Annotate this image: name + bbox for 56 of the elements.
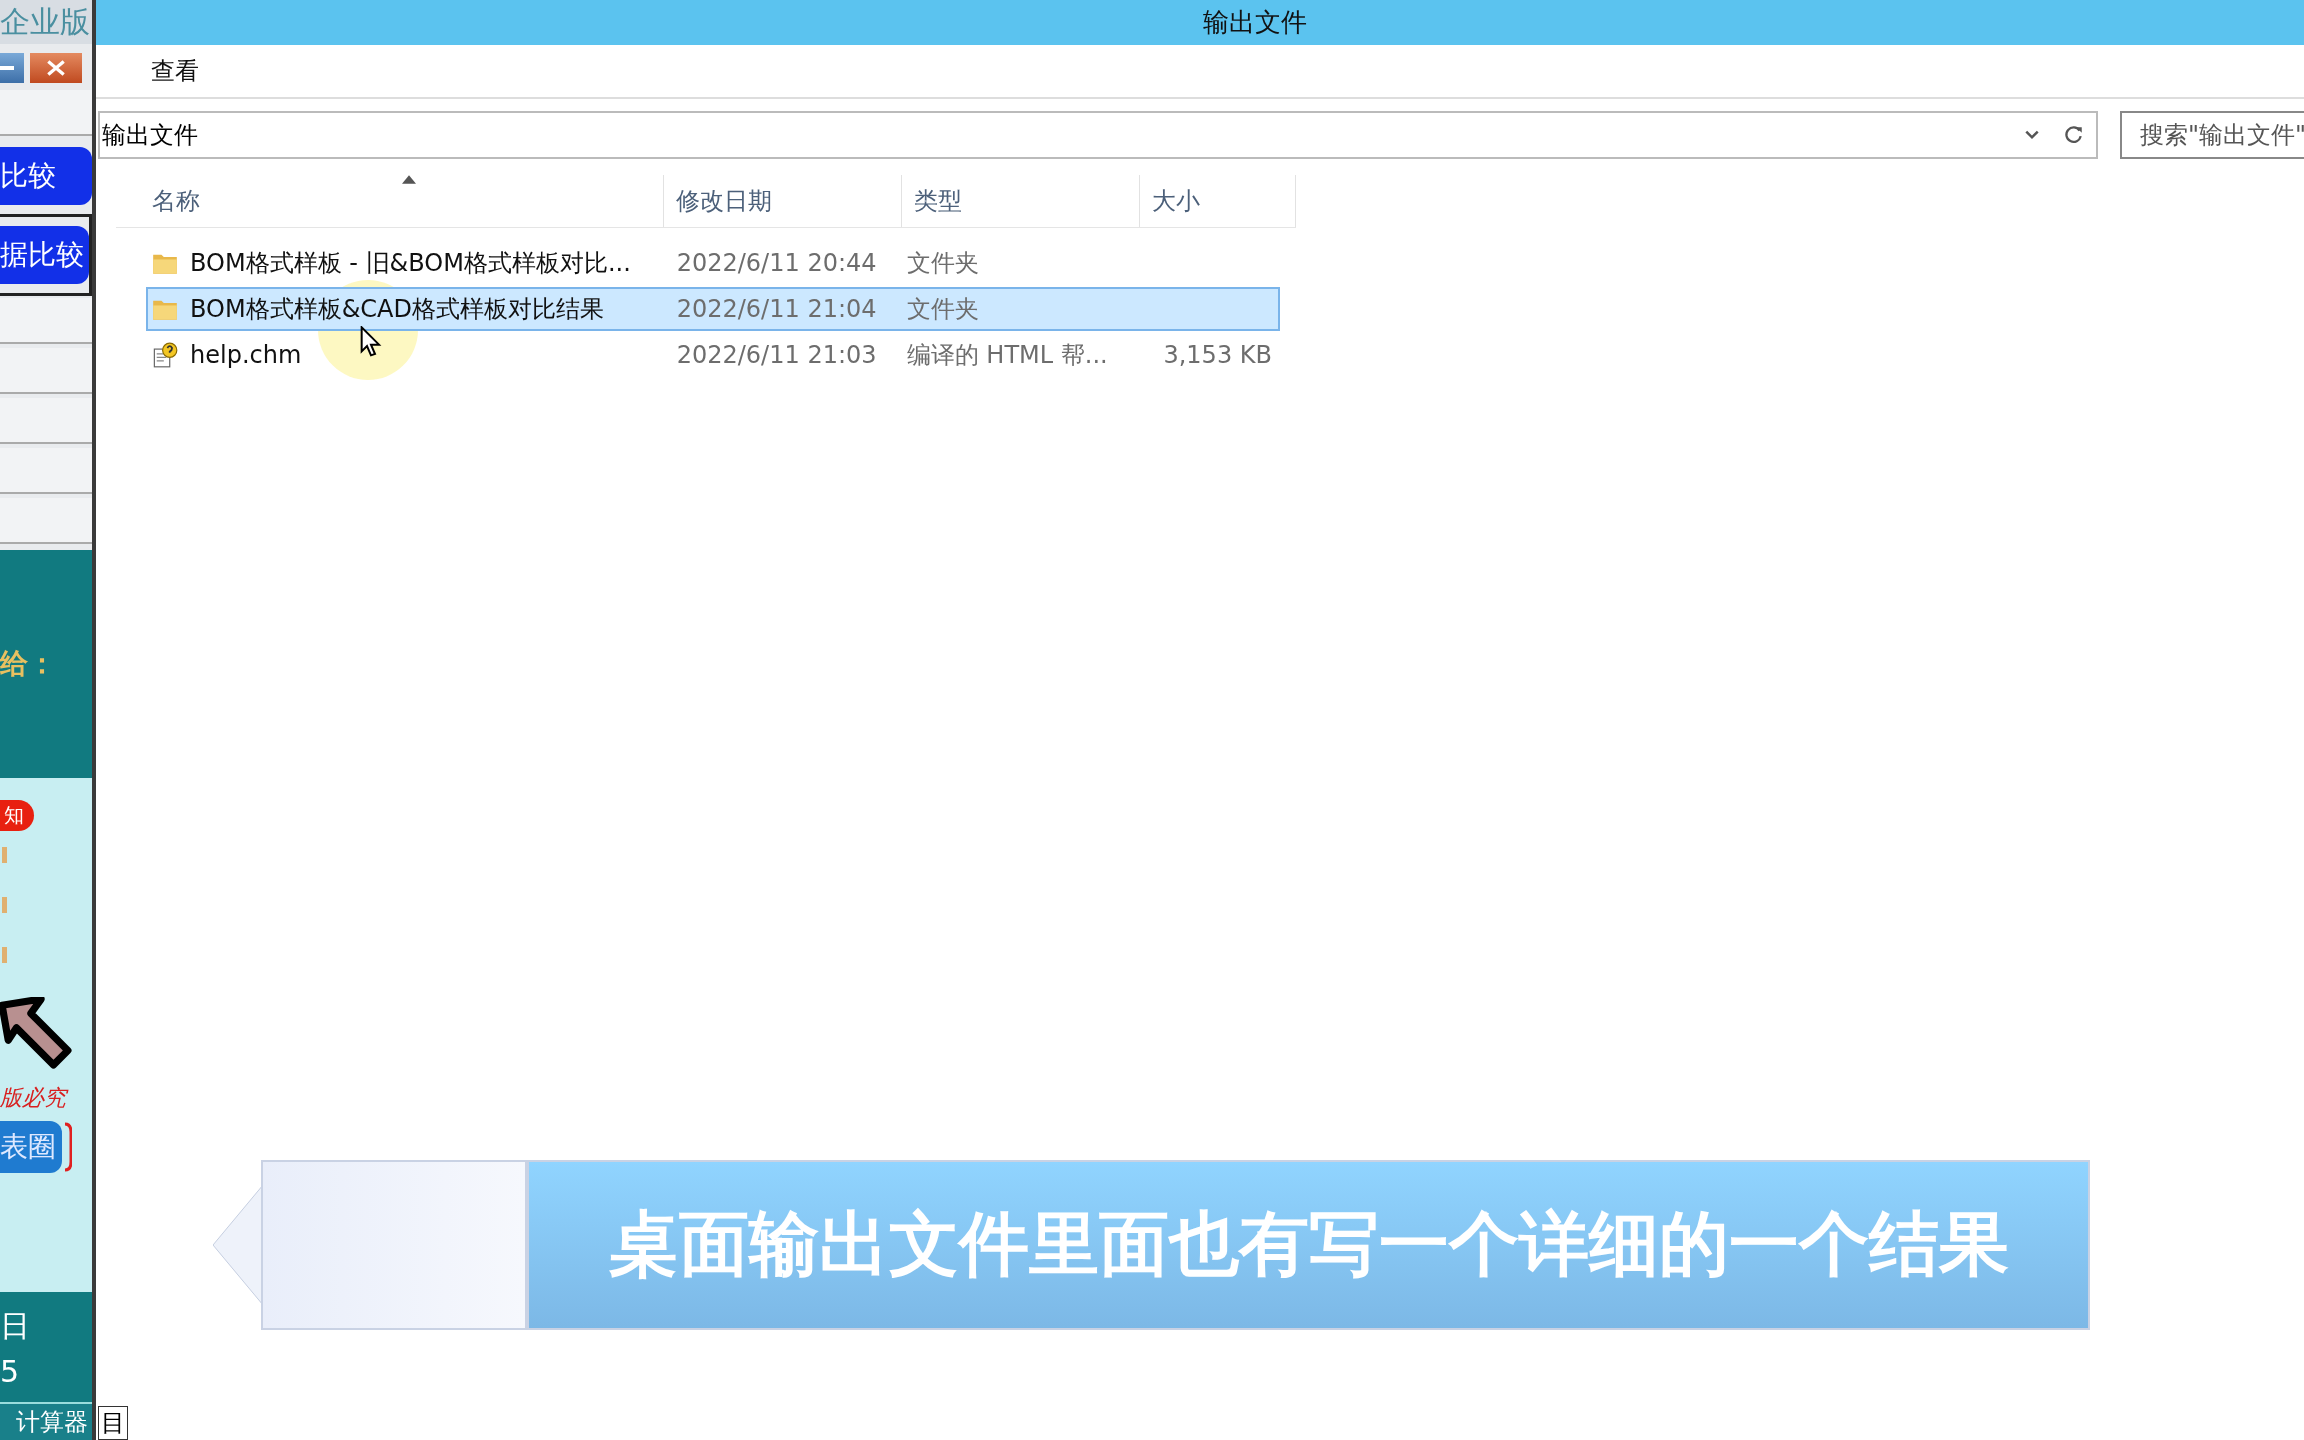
notice-label: 给： bbox=[0, 646, 56, 682]
help-file-icon bbox=[152, 342, 178, 368]
column-label: 修改日期 bbox=[676, 186, 772, 217]
chevron-down-icon bbox=[2024, 129, 2040, 141]
taskbar-item[interactable]: 目 bbox=[98, 1406, 128, 1440]
panel-button[interactable] bbox=[0, 90, 92, 136]
search-field[interactable]: 搜索"输出文件" bbox=[2120, 111, 2304, 159]
panel-button[interactable] bbox=[0, 398, 92, 444]
file-name: help.chm bbox=[190, 341, 302, 369]
calculator-button[interactable]: 计算器 bbox=[0, 1402, 92, 1440]
close-button[interactable] bbox=[30, 53, 82, 83]
date-text: 日 bbox=[0, 1306, 31, 1345]
panel-button[interactable] bbox=[0, 498, 92, 544]
column-label: 类型 bbox=[914, 186, 962, 217]
cursor-icon bbox=[360, 326, 382, 358]
refresh-icon bbox=[2064, 125, 2084, 145]
bracket-icon bbox=[64, 1121, 72, 1173]
bullet-icon bbox=[2, 897, 8, 913]
caption-text: 桌面输出文件里面也有写一个详细的一个结果 bbox=[527, 1160, 2090, 1330]
panel-button[interactable] bbox=[0, 298, 92, 344]
file-row[interactable]: help.chm 2022/6/11 21:03 编译的 HTML 帮... 3,153 KB bbox=[146, 333, 1280, 377]
number-text: 5 bbox=[0, 1353, 21, 1389]
bullet-icon bbox=[2, 947, 8, 963]
compare-button[interactable]: 据比较 bbox=[0, 226, 89, 284]
panel-button[interactable] bbox=[0, 348, 92, 394]
modified-date: 2022/6/11 20:44 bbox=[675, 248, 878, 279]
app-title: 企业版 bbox=[0, 0, 92, 44]
file-row[interactable]: BOM格式样板&CAD格式样板对比结果 2022/6/11 21:04 文件夹 bbox=[146, 287, 1280, 331]
column-header[interactable]: 类型 bbox=[902, 175, 1140, 227]
copyright-text: 版必究 bbox=[0, 1083, 92, 1113]
close-icon bbox=[45, 60, 67, 76]
modified-date: 2022/6/11 21:04 bbox=[675, 294, 878, 325]
address-text: 输出文件 bbox=[101, 120, 198, 151]
arrow-icon bbox=[0, 997, 72, 1069]
panel-button[interactable] bbox=[0, 448, 92, 494]
file-type: 编译的 HTML 帮... bbox=[905, 340, 1109, 371]
column-header[interactable]: 修改日期 bbox=[664, 175, 902, 227]
bullet-icon bbox=[2, 847, 8, 863]
file-row[interactable]: BOM格式样板 - 旧&BOM格式样板对比... 2022/6/11 20:44 文件夹 bbox=[146, 241, 1280, 285]
file-name: BOM格式样板 - 旧&BOM格式样板对比... bbox=[190, 248, 631, 279]
notice-badge: 知 bbox=[0, 800, 34, 831]
column-label: 大小 bbox=[1152, 186, 1200, 217]
window-title: 输出文件 bbox=[96, 0, 2304, 45]
menu-item[interactable]: 查看 bbox=[151, 55, 199, 87]
file-name: BOM格式样板&CAD格式样板对比结果 bbox=[190, 294, 604, 325]
compare-button[interactable]: 比较 bbox=[0, 147, 92, 205]
minimize-button[interactable] bbox=[0, 53, 24, 83]
file-type: 文件夹 bbox=[905, 248, 980, 279]
file-size: 3,153 KB bbox=[1163, 341, 1272, 369]
modified-date: 2022/6/11 21:03 bbox=[675, 340, 878, 371]
address-bar[interactable]: 输出文件 bbox=[98, 111, 2098, 159]
file-type: 文件夹 bbox=[905, 294, 980, 325]
column-header[interactable]: 名称 bbox=[116, 175, 664, 227]
column-header[interactable]: 大小 bbox=[1140, 175, 1296, 227]
column-label: 名称 bbox=[152, 186, 200, 217]
pill-button[interactable]: 表圈 bbox=[0, 1121, 62, 1173]
